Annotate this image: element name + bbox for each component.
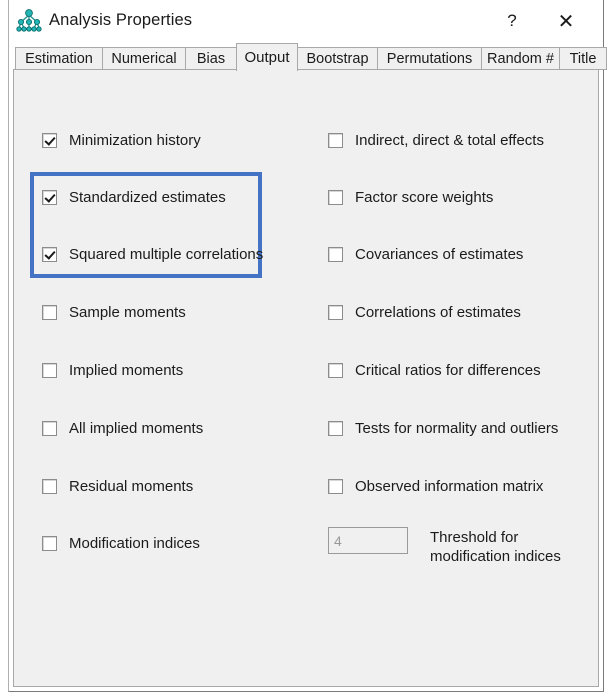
checkbox-row-critical-ratios-for-differences[interactable]: Critical ratios for differences bbox=[328, 362, 541, 379]
checkbox-checked-icon[interactable] bbox=[42, 133, 57, 148]
tab-random[interactable]: Random # bbox=[481, 47, 560, 70]
checkbox-label: Critical ratios for differences bbox=[355, 362, 541, 379]
tab-strip: Estimation Numerical Bias Output Bootstrap Pe… bbox=[9, 42, 607, 71]
tab-output[interactable]: Output bbox=[236, 43, 298, 71]
checkbox-checked-icon[interactable] bbox=[42, 247, 57, 262]
help-icon: ? bbox=[507, 11, 517, 30]
help-button[interactable]: ? bbox=[489, 0, 535, 42]
checkbox-label: Squared multiple correlations bbox=[69, 246, 264, 263]
checkbox-label: Factor score weights bbox=[355, 189, 494, 206]
checkbox-label: Indirect, direct & total effects bbox=[355, 132, 544, 149]
checkbox-row-indirect-direct-total-effects[interactable]: Indirect, direct & total effects bbox=[328, 132, 544, 149]
checkbox-unchecked-icon[interactable] bbox=[328, 363, 343, 378]
checkbox-unchecked-icon[interactable] bbox=[42, 479, 57, 494]
tab-numerical[interactable]: Numerical bbox=[102, 47, 186, 70]
checkbox-label: Residual moments bbox=[69, 478, 194, 495]
checkbox-label: Modification indices bbox=[69, 535, 200, 552]
tab-permutations[interactable]: Permutations bbox=[377, 47, 482, 70]
path-diagram-icon bbox=[16, 8, 42, 34]
checkbox-row-sample-moments[interactable]: Sample moments bbox=[42, 304, 186, 321]
checkbox-label: Standardized estimates bbox=[69, 189, 226, 206]
threshold-input[interactable] bbox=[328, 527, 408, 554]
tab-label: Bias bbox=[196, 50, 226, 67]
checkbox-unchecked-icon[interactable] bbox=[42, 363, 57, 378]
tab-bootstrap[interactable]: Bootstrap bbox=[297, 47, 378, 70]
checkbox-row-standardized-estimates[interactable]: Standardized estimates bbox=[42, 189, 226, 206]
checkbox-unchecked-icon[interactable] bbox=[42, 305, 57, 320]
tab-label: Numerical bbox=[111, 50, 177, 67]
checkbox-label: All implied moments bbox=[69, 420, 204, 437]
checkbox-unchecked-icon[interactable] bbox=[42, 536, 57, 551]
checkbox-label: Correlations of estimates bbox=[355, 304, 521, 321]
checkbox-row-covariances-of-estimates[interactable]: Covariances of estimates bbox=[328, 246, 523, 263]
checkbox-row-implied-moments[interactable]: Implied moments bbox=[42, 362, 183, 379]
checkbox-unchecked-icon[interactable] bbox=[328, 421, 343, 436]
checkbox-label: Sample moments bbox=[69, 304, 186, 321]
checkbox-row-correlations-of-estimates[interactable]: Correlations of estimates bbox=[328, 304, 521, 321]
tab-label: Title bbox=[569, 50, 597, 67]
close-icon: ✕ bbox=[557, 10, 575, 33]
title-bar: Analysis Properties ? ✕ bbox=[9, 0, 603, 42]
checkbox-label: Observed information matrix bbox=[355, 478, 544, 495]
tab-estimation[interactable]: Estimation bbox=[15, 47, 103, 70]
tab-label: Estimation bbox=[25, 50, 93, 67]
threshold-label-line1: Threshold for bbox=[430, 529, 519, 546]
checkbox-unchecked-icon[interactable] bbox=[42, 421, 57, 436]
checkbox-row-modification-indices[interactable]: Modification indices bbox=[42, 535, 200, 552]
checkbox-unchecked-icon[interactable] bbox=[328, 479, 343, 494]
window-title: Analysis Properties bbox=[49, 11, 193, 29]
output-tab-panel: Minimization history Standardized estimat… bbox=[13, 69, 599, 687]
checkbox-unchecked-icon[interactable] bbox=[328, 247, 343, 262]
checkbox-label: Tests for normality and outliers bbox=[355, 420, 559, 437]
checkbox-row-tests-for-normality-and-outliers[interactable]: Tests for normality and outliers bbox=[328, 420, 558, 437]
checkbox-row-minimization-history[interactable]: Minimization history bbox=[42, 132, 201, 149]
close-button[interactable]: ✕ bbox=[543, 0, 589, 42]
tab-label: Permutations bbox=[386, 50, 473, 67]
tab-label: Bootstrap bbox=[306, 50, 369, 67]
tab-label: Random # bbox=[487, 50, 554, 67]
tab-bias[interactable]: Bias bbox=[185, 47, 237, 70]
tab-label: Output bbox=[244, 49, 290, 66]
checkbox-unchecked-icon[interactable] bbox=[328, 133, 343, 148]
tab-title[interactable]: Title bbox=[559, 47, 607, 70]
threshold-label-line2: modification indices bbox=[430, 548, 561, 565]
analysis-properties-dialog: Analysis Properties ? ✕ Estimation Numeri… bbox=[8, 0, 607, 692]
threshold-label: Threshold for modification indices bbox=[430, 527, 561, 566]
checkbox-unchecked-icon[interactable] bbox=[328, 305, 343, 320]
checkbox-row-all-implied-moments[interactable]: All implied moments bbox=[42, 420, 203, 437]
checkbox-label: Minimization history bbox=[69, 132, 201, 149]
checkbox-label: Implied moments bbox=[69, 362, 184, 379]
checkbox-label: Covariances of estimates bbox=[355, 246, 524, 263]
checkbox-row-factor-score-weights[interactable]: Factor score weights bbox=[328, 189, 493, 206]
checkbox-row-residual-moments[interactable]: Residual moments bbox=[42, 478, 193, 495]
checkbox-checked-icon[interactable] bbox=[42, 190, 57, 205]
threshold-row: Threshold for modification indices bbox=[328, 527, 561, 566]
checkbox-row-observed-information-matrix[interactable]: Observed information matrix bbox=[328, 478, 543, 495]
checkbox-unchecked-icon[interactable] bbox=[328, 190, 343, 205]
checkbox-row-squared-multiple-correlations[interactable]: Squared multiple correlations bbox=[42, 246, 263, 263]
